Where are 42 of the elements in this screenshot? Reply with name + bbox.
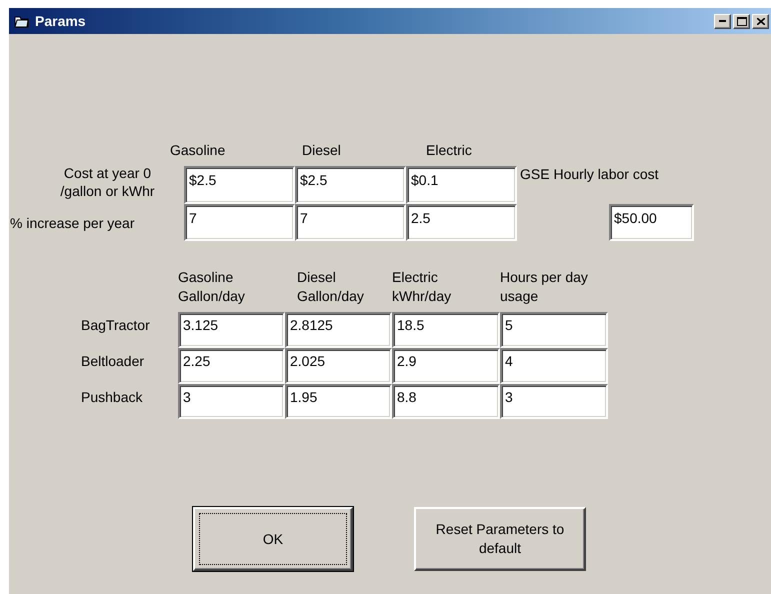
close-icon — [756, 18, 764, 24]
maximize-button[interactable] — [733, 14, 750, 28]
input-field[interactable]: 4 — [500, 348, 608, 384]
input-field[interactable]: 3 — [178, 384, 285, 419]
input-field[interactable]: $50.00 — [609, 204, 694, 241]
input-field[interactable]: 8.8 — [392, 384, 500, 419]
input-field[interactable]: $0.1 — [406, 166, 517, 204]
input-field[interactable]: 2.8125 — [285, 312, 392, 348]
column-header: Gasoline — [170, 142, 226, 158]
input-field[interactable]: 5 — [500, 312, 608, 348]
row-label: Pushback — [80, 388, 144, 407]
input-field[interactable]: 7 — [295, 204, 406, 241]
input-field[interactable]: 18.5 — [392, 312, 500, 348]
maximize-icon — [736, 16, 746, 26]
row-label: % increase per year — [9, 214, 136, 232]
labor-cost-label: GSE Hourly labor cost — [519, 166, 660, 182]
column-header: Diesel — [302, 142, 342, 158]
ok-button[interactable]: OK — [193, 507, 353, 571]
input-field[interactable]: $2.5 — [295, 166, 406, 204]
input-field[interactable]: 3 — [500, 384, 608, 419]
reset-button[interactable]: Reset Parameters to default — [414, 507, 586, 571]
column-header: Electric kWhr/day — [392, 268, 452, 306]
input-field[interactable]: 3.125 — [178, 312, 285, 348]
row-label: Beltloader — [80, 352, 146, 371]
input-field[interactable]: 2.9 — [392, 348, 500, 384]
close-button[interactable] — [752, 14, 769, 28]
column-header: Diesel Gallon/day — [296, 268, 365, 306]
input-field[interactable]: 2.25 — [178, 348, 285, 384]
window-title: Params — [35, 13, 87, 29]
folder-icon — [14, 14, 30, 28]
minimize-button[interactable] — [714, 14, 731, 28]
input-field[interactable]: 1.95 — [285, 384, 392, 419]
input-field[interactable]: 2.025 — [285, 348, 392, 384]
row-label: BagTractor — [80, 316, 151, 335]
column-header: Gasoline Gallon/day — [178, 268, 246, 306]
input-field[interactable]: $2.5 — [184, 166, 295, 204]
column-header: Hours per day usage — [500, 268, 589, 306]
row-label: Cost at year 0 /gallon or kWhr — [59, 164, 156, 201]
input-field[interactable]: 7 — [184, 204, 295, 241]
minimize-icon — [719, 20, 726, 22]
column-header: Electric — [426, 142, 473, 158]
input-field[interactable]: 2.5 — [406, 204, 517, 241]
